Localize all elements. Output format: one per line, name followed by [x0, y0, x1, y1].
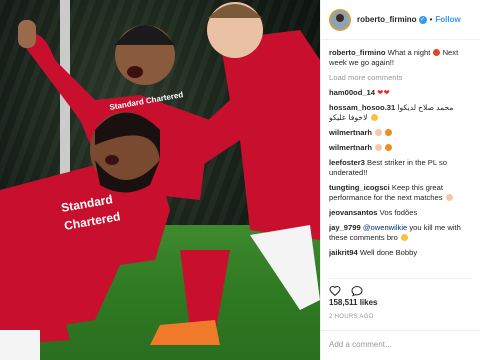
post-username[interactable]: roberto_firmino: [357, 15, 417, 24]
boot: [150, 320, 220, 345]
caption-text: What a night: [387, 48, 431, 57]
post-timestamp: 2 HOURS AGO: [329, 314, 374, 320]
comment-username[interactable]: leefoster3: [329, 158, 365, 167]
post-actions: [329, 278, 472, 297]
post-photo[interactable]: Standard Chartered Standard Chartered: [0, 0, 320, 360]
comment-username[interactable]: tungting_icogsci: [329, 183, 390, 192]
follow-button[interactable]: Follow: [435, 15, 460, 24]
comment-username[interactable]: hossam_hosoo.31: [329, 103, 395, 112]
comment-item: leefoster3 Best striker in the PL so und…: [329, 158, 474, 178]
likes-count[interactable]: 158,511 likes: [329, 298, 378, 307]
comment-text: Well done Bobby: [359, 248, 418, 257]
separator-dot: •: [429, 15, 433, 24]
comment-mention-link[interactable]: @owenwilkie: [363, 223, 407, 232]
comment-item: jeovansantos Vos fodões: [329, 208, 474, 218]
avatar[interactable]: [329, 8, 351, 31]
post-header: roberto_firmino ✓ • Follow: [321, 0, 480, 40]
add-comment-input[interactable]: Add a comment...: [321, 330, 480, 360]
heart-icon: ❤❤: [377, 88, 390, 97]
comment-item: wilmertnarh: [329, 143, 474, 153]
comment-item: tungting_icogsci Keep this great perform…: [329, 183, 474, 203]
comment-username[interactable]: jay_9799: [329, 223, 361, 232]
comment-username[interactable]: jeovansantos: [329, 208, 378, 217]
comment-username[interactable]: wilmertnarh: [329, 143, 372, 152]
players-illustration: Standard Chartered Standard Chartered: [0, 0, 320, 360]
smile-emoji-icon: [370, 114, 378, 121]
comment-bubble-icon[interactable]: [351, 285, 363, 297]
verified-badge-icon: ✓: [418, 15, 427, 24]
like-heart-icon[interactable]: [329, 285, 341, 297]
load-more-comments-link[interactable]: Load more comments: [329, 73, 474, 82]
clap-emoji-icon: [375, 129, 383, 136]
comment-username[interactable]: ham00od_14: [329, 88, 375, 97]
post-sidebar: roberto_firmino ✓ • Follow roberto_firmi…: [320, 0, 480, 360]
comments-list: roberto_firmino What a night Next week w…: [329, 48, 474, 274]
comment-item: ham00od_14 ❤❤: [329, 88, 474, 98]
thumbs-up-emoji-icon: [445, 194, 453, 201]
fire-emoji-icon: [385, 129, 393, 136]
comment-username[interactable]: wilmertnarh: [329, 128, 372, 137]
comment-item: hossam_hosoo.31 محمد صلاح لديكوا لاخوفا …: [329, 103, 474, 123]
comment-item: jaikrit94 Well done Bobby: [329, 248, 474, 258]
player-firmino-fist: [18, 20, 36, 48]
comment-text: Vos fodões: [379, 208, 418, 217]
red-circle-icon: [433, 49, 441, 56]
comment-username[interactable]: jaikrit94: [329, 248, 358, 257]
laughing-emoji-icon: [400, 234, 408, 241]
comment-item: jay_9799 @owenwilkie you kill me with th…: [329, 223, 474, 243]
caption-username[interactable]: roberto_firmino: [329, 48, 386, 57]
comment-item: wilmertnarh: [329, 128, 474, 138]
fire-emoji-icon: [385, 144, 393, 151]
caption: roberto_firmino What a night Next week w…: [329, 48, 474, 68]
clap-emoji-icon: [375, 144, 383, 151]
